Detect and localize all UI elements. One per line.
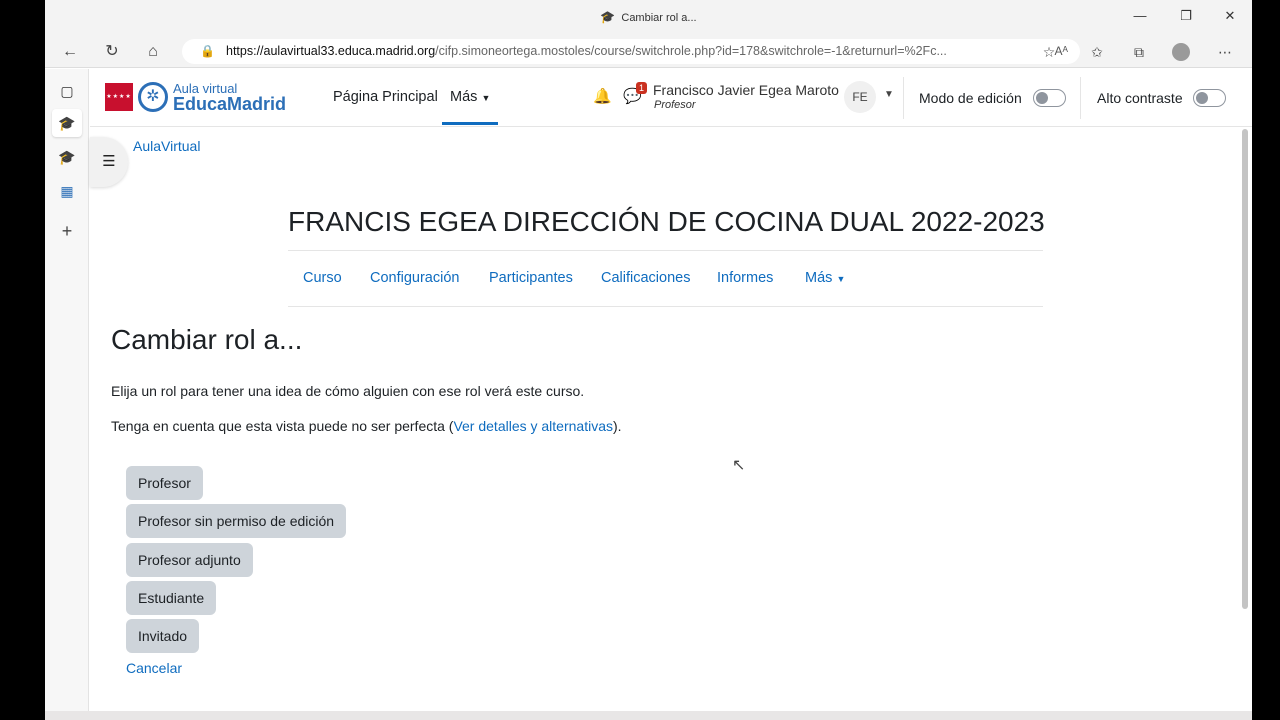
page-content: ★★★★ ✲ Aula virtual EducaMadrid Página P… <box>90 69 1252 720</box>
tab-graduation-cap-icon-2[interactable]: 🎓 <box>52 143 82 171</box>
page-title: FRANCIS EGEA DIRECCIÓN DE COCINA DUAL 20… <box>288 206 1045 237</box>
graduation-cap-icon: 🎓 <box>600 10 616 24</box>
notification-badge: 1 <box>636 82 648 94</box>
tab-participantes[interactable]: Participantes <box>489 270 573 286</box>
taskbar-strip <box>45 711 1252 720</box>
bell-icon[interactable]: 🔔 <box>593 87 612 105</box>
title-bar: 🎓 Cambiar rol a... — ❐ ✕ <box>45 0 1252 35</box>
section-heading: Cambiar rol a... <box>111 324 303 355</box>
refresh-button[interactable]: ↻ <box>100 41 124 63</box>
user-name[interactable]: Francisco Javier Egea Maroto <box>653 82 839 98</box>
edge-sidebar: ▢ 🎓 🎓 ▦ + <box>45 69 89 720</box>
user-role: Profesor <box>654 99 696 111</box>
close-button[interactable]: ✕ <box>1215 8 1245 24</box>
back-button[interactable]: ← <box>58 41 82 63</box>
note-text: Tenga en cuenta que esta vista puede no … <box>111 418 622 434</box>
edit-mode-toggle[interactable] <box>1033 89 1066 107</box>
minimize-button[interactable]: — <box>1125 8 1155 23</box>
details-link[interactable]: Ver detalles y alternativas <box>453 418 613 434</box>
more-menu-icon[interactable]: ⋯ <box>1213 41 1237 63</box>
tab-actions-icon[interactable]: ▢ <box>52 77 82 105</box>
home-button[interactable]: ⌂ <box>141 41 165 63</box>
profile-avatar-icon[interactable] <box>1172 43 1190 61</box>
breadcrumb[interactable]: AulaVirtual <box>133 138 200 154</box>
divider <box>903 77 904 119</box>
add-favorite-icon[interactable]: ☆ <box>1037 41 1061 63</box>
role-button-profesor-adjunto[interactable]: Profesor adjunto <box>126 543 253 577</box>
course-secondary-nav: Curso Configuración Participantes Califi… <box>288 251 1043 307</box>
nav-home-link[interactable]: Página Principal <box>333 89 438 105</box>
restore-button[interactable]: ❐ <box>1171 8 1201 24</box>
edit-mode-label: Modo de edición <box>919 90 1022 106</box>
high-contrast-label: Alto contraste <box>1097 90 1183 106</box>
role-button-profesor-sin-edicion[interactable]: Profesor sin permiso de edición <box>126 504 347 538</box>
avatar[interactable]: FE <box>844 81 876 113</box>
tab-graduation-cap-icon[interactable]: 🎓 <box>52 109 82 137</box>
tab-informes[interactable]: Informes <box>717 270 773 286</box>
address-bar-row: ← ↻ ⌂ 🔒 https://aulavirtual33.educa.madr… <box>45 35 1252 68</box>
top-navbar: ★★★★ ✲ Aula virtual EducaMadrid Página P… <box>90 69 1252 127</box>
tab-mas[interactable]: Más ▼ <box>805 270 845 286</box>
logo-bottom-text[interactable]: EducaMadrid <box>173 94 286 115</box>
madrid-flag-icon: ★★★★ <box>105 83 133 111</box>
nav-more-link[interactable]: Más ▼ <box>442 89 499 125</box>
user-menu-chevron-icon[interactable]: ▼ <box>884 89 894 100</box>
lock-icon: 🔒 <box>200 44 215 58</box>
course-index-drawer-button[interactable]: ☰ <box>90 137 128 187</box>
add-tab-icon[interactable]: + <box>52 217 82 245</box>
scrollbar[interactable] <box>1242 129 1248 609</box>
role-button-invitado[interactable]: Invitado <box>126 619 200 653</box>
chevron-down-icon: ▼ <box>836 274 846 284</box>
browser-window: 🎓 Cambiar rol a... — ❐ ✕ ← ↻ ⌂ 🔒 https://… <box>45 0 1252 720</box>
favorites-icon[interactable]: ✩ <box>1085 41 1109 63</box>
tab-configuracion[interactable]: Configuración <box>370 270 459 286</box>
tab-curso[interactable]: Curso <box>303 270 342 286</box>
divider <box>1080 77 1081 119</box>
collections-icon[interactable]: ⧉ <box>1127 41 1151 63</box>
chevron-down-icon: ▼ <box>481 93 491 103</box>
role-button-profesor[interactable]: Profesor <box>126 466 203 500</box>
window-title: 🎓 Cambiar rol a... <box>600 10 697 24</box>
intro-text: Elija un rol para tener una idea de cómo… <box>111 383 585 399</box>
tab-calificaciones[interactable]: Calificaciones <box>601 270 690 286</box>
mouse-cursor-icon: ↖ <box>732 457 746 474</box>
list-icon: ☰ <box>102 153 116 170</box>
role-button-estudiante[interactable]: Estudiante <box>126 581 217 615</box>
cancel-link[interactable]: Cancelar <box>126 660 182 676</box>
educamadrid-logo-icon[interactable]: ✲ <box>138 82 168 112</box>
url-input[interactable]: 🔒 https://aulavirtual33.educa.madrid.org… <box>182 39 1080 64</box>
video-icon[interactable]: ▦ <box>52 177 82 205</box>
high-contrast-toggle[interactable] <box>1193 89 1226 107</box>
